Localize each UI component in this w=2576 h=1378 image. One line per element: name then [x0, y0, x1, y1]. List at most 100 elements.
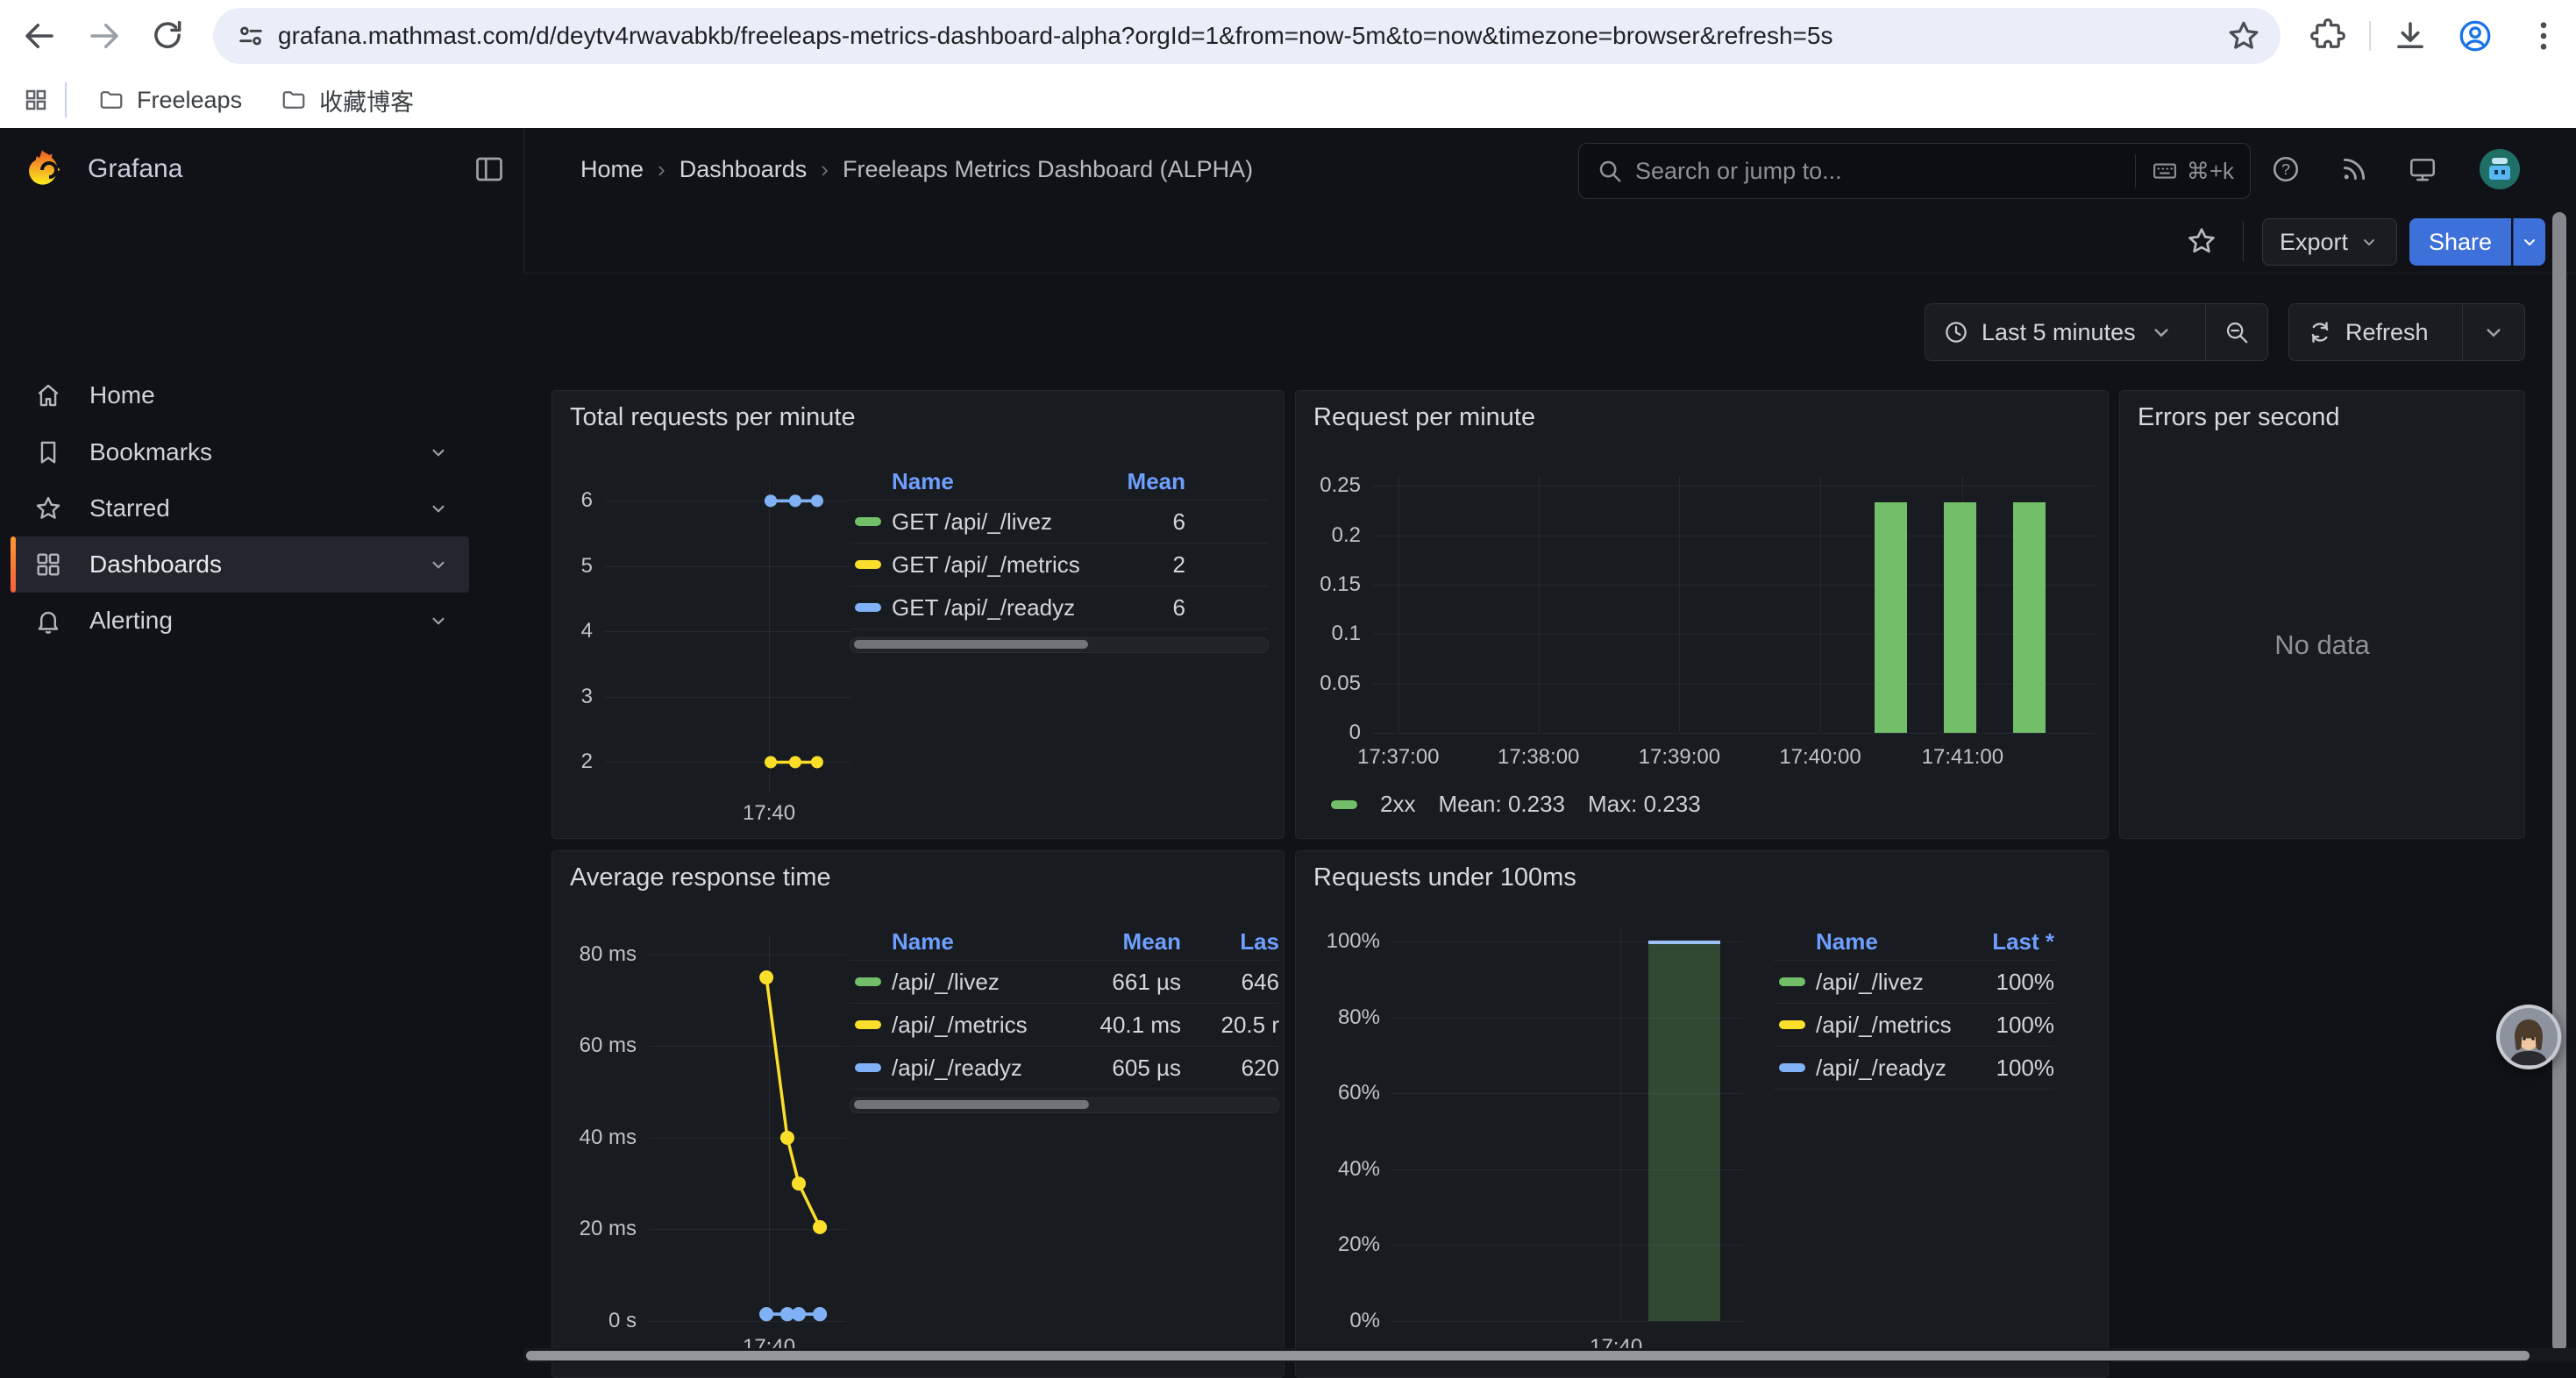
apps-grid-icon[interactable] — [23, 87, 49, 113]
grafana-brand[interactable]: Grafana — [88, 128, 182, 210]
panel-request-per-minute: Request per minute 0.250.20.150.10.05017… — [1295, 390, 2109, 839]
active-accent-bar — [11, 536, 16, 593]
sidebar-item-label: Home — [89, 381, 469, 409]
time-range-picker[interactable]: Last 5 minutes — [1925, 304, 2205, 360]
chevron-down-icon[interactable] — [427, 553, 450, 576]
site-info-icon[interactable] — [236, 21, 266, 51]
legend-row[interactable]: GET /api/_/readyz 6 — [850, 586, 1269, 629]
profile-icon[interactable] — [2457, 18, 2494, 54]
legend-header[interactable]: Name Last * — [1774, 923, 2054, 960]
url-text[interactable]: grafana.mathmast.com/d/deytv4rwavabkb/fr… — [278, 22, 1832, 50]
sidebar-item-bookmarks[interactable]: Bookmarks — [11, 424, 469, 480]
legend-row[interactable]: /api/_/readyz 100% — [1774, 1046, 2054, 1089]
breadcrumb-item[interactable]: Home — [580, 156, 644, 183]
bookmark-item[interactable]: 收藏博客 — [265, 76, 430, 124]
gridline — [649, 1321, 846, 1322]
news-rss-icon[interactable] — [2339, 154, 2369, 184]
sidebar-item-alerting[interactable]: Alerting — [11, 593, 469, 649]
export-button[interactable]: Export — [2262, 218, 2397, 266]
user-avatar[interactable] — [2480, 149, 2520, 189]
gridline — [1398, 476, 1399, 733]
chevron-down-icon — [2148, 319, 2174, 345]
data-point — [765, 494, 777, 507]
series-label[interactable]: 2xx — [1380, 791, 1415, 818]
reload-icon[interactable] — [149, 18, 186, 54]
search-input[interactable]: Search or jump to... ⌘+k — [1578, 143, 2251, 199]
chevron-down-icon — [2480, 319, 2507, 345]
y-tick-label: 0.1 — [1295, 621, 1361, 647]
address-bar[interactable]: grafana.mathmast.com/d/deytv4rwavabkb/fr… — [213, 8, 2281, 64]
breadcrumb: Home›Dashboards›Freeleaps Metrics Dashbo… — [580, 128, 1253, 210]
zoom-out-icon — [2224, 319, 2250, 345]
data-point — [759, 970, 773, 984]
data-point — [813, 1307, 827, 1321]
legend-row[interactable]: /api/_/livez 661 µs 646 — [850, 960, 1279, 1003]
help-icon[interactable]: ? — [2271, 154, 2301, 184]
legend-row[interactable]: /api/_/metrics 40.1 ms 20.5 r — [850, 1003, 1279, 1046]
series-color-pill — [855, 560, 881, 569]
gridline — [1539, 476, 1540, 733]
grafana-logo-icon[interactable] — [21, 148, 63, 190]
grafana-app: Grafana Home›Dashboards›Freeleaps Metric… — [0, 128, 2576, 1362]
bookmark-label: 收藏博客 — [319, 83, 414, 117]
y-tick-label: 80% — [1301, 1005, 1380, 1031]
legend-header[interactable]: Name Mean Las — [850, 923, 1279, 960]
legend-scrollbar[interactable] — [850, 637, 1269, 653]
y-tick-label: 0 — [1295, 720, 1361, 746]
time-controls: Last 5 minutes — [1925, 303, 2268, 361]
legend-inline[interactable]: 2xx Mean: 0.233 Max: 0.233 — [1331, 791, 1701, 818]
series-color-pill — [855, 517, 881, 526]
extensions-icon[interactable] — [2309, 18, 2346, 54]
legend-header[interactable]: Name Mean — [850, 463, 1269, 500]
forward-icon[interactable] — [86, 18, 123, 54]
header-divider — [523, 128, 524, 273]
gridline — [1373, 634, 2096, 635]
bookmark-star-icon[interactable] — [2225, 18, 2262, 54]
y-tick-label: 0.05 — [1295, 671, 1361, 697]
series-color-pill — [855, 977, 881, 986]
back-icon[interactable] — [21, 18, 58, 54]
breadcrumb-item[interactable]: Dashboards — [680, 156, 808, 183]
bookmark-item[interactable]: Freeleaps — [82, 80, 258, 121]
series-color-pill — [1779, 1063, 1805, 1072]
sidebar-item-starred[interactable]: Starred — [11, 480, 469, 536]
sidebar-toggle-icon[interactable] — [473, 153, 505, 185]
favorite-star-icon[interactable] — [2185, 224, 2218, 258]
panel-title[interactable]: Errors per second — [2138, 403, 2340, 432]
legend-row[interactable]: /api/_/metrics 100% — [1774, 1003, 2054, 1046]
bar — [1648, 941, 1720, 1321]
x-tick-label: 17:38:00 — [1460, 745, 1618, 770]
chevron-down-icon[interactable] — [427, 609, 450, 632]
vertical-scrollbar[interactable] — [2552, 212, 2566, 1352]
gridline — [1679, 476, 1680, 733]
bookmarks-divider — [65, 82, 67, 117]
zoom-out-button[interactable] — [2205, 304, 2267, 360]
search-icon — [1597, 158, 1623, 184]
horizontal-scrollbar[interactable] — [526, 1351, 2530, 1360]
chevron-down-icon[interactable] — [427, 497, 450, 520]
y-tick-label: 0.2 — [1295, 522, 1361, 549]
chevron-down-icon[interactable] — [427, 441, 450, 464]
data-point — [789, 756, 801, 768]
refresh-interval-button[interactable] — [2462, 304, 2524, 360]
share-menu-button[interactable] — [2513, 218, 2545, 266]
assistant-avatar[interactable] — [2495, 1004, 2562, 1070]
share-button[interactable]: Share — [2409, 218, 2511, 266]
legend-table: Name Mean GET /api/_/livez 6 GET /api/_/… — [850, 463, 1269, 653]
legend-row[interactable]: GET /api/_/livez 6 — [850, 500, 1269, 543]
folder-icon — [281, 87, 307, 113]
legend-scrollbar[interactable] — [850, 1097, 1279, 1113]
sidebar-item-label: Dashboards — [89, 550, 427, 579]
legend-row[interactable]: GET /api/_/metrics 2 — [850, 543, 1269, 586]
panel-average-response-time: Average response time 80 ms60 ms40 ms20 … — [551, 850, 1284, 1378]
svg-text:?: ? — [2281, 160, 2290, 178]
legend-row[interactable]: /api/_/livez 100% — [1774, 960, 2054, 1003]
screen-icon[interactable] — [2408, 154, 2437, 184]
menu-dots-icon[interactable] — [2525, 18, 2562, 54]
refresh-button[interactable]: Refresh — [2289, 304, 2462, 360]
sidebar-item-dashboards[interactable]: Dashboards — [11, 536, 469, 593]
download-icon[interactable] — [2392, 18, 2429, 54]
bar — [2013, 502, 2046, 733]
legend-row[interactable]: /api/_/readyz 605 µs 620 — [850, 1046, 1279, 1089]
sidebar-item-home[interactable]: Home — [11, 367, 469, 423]
